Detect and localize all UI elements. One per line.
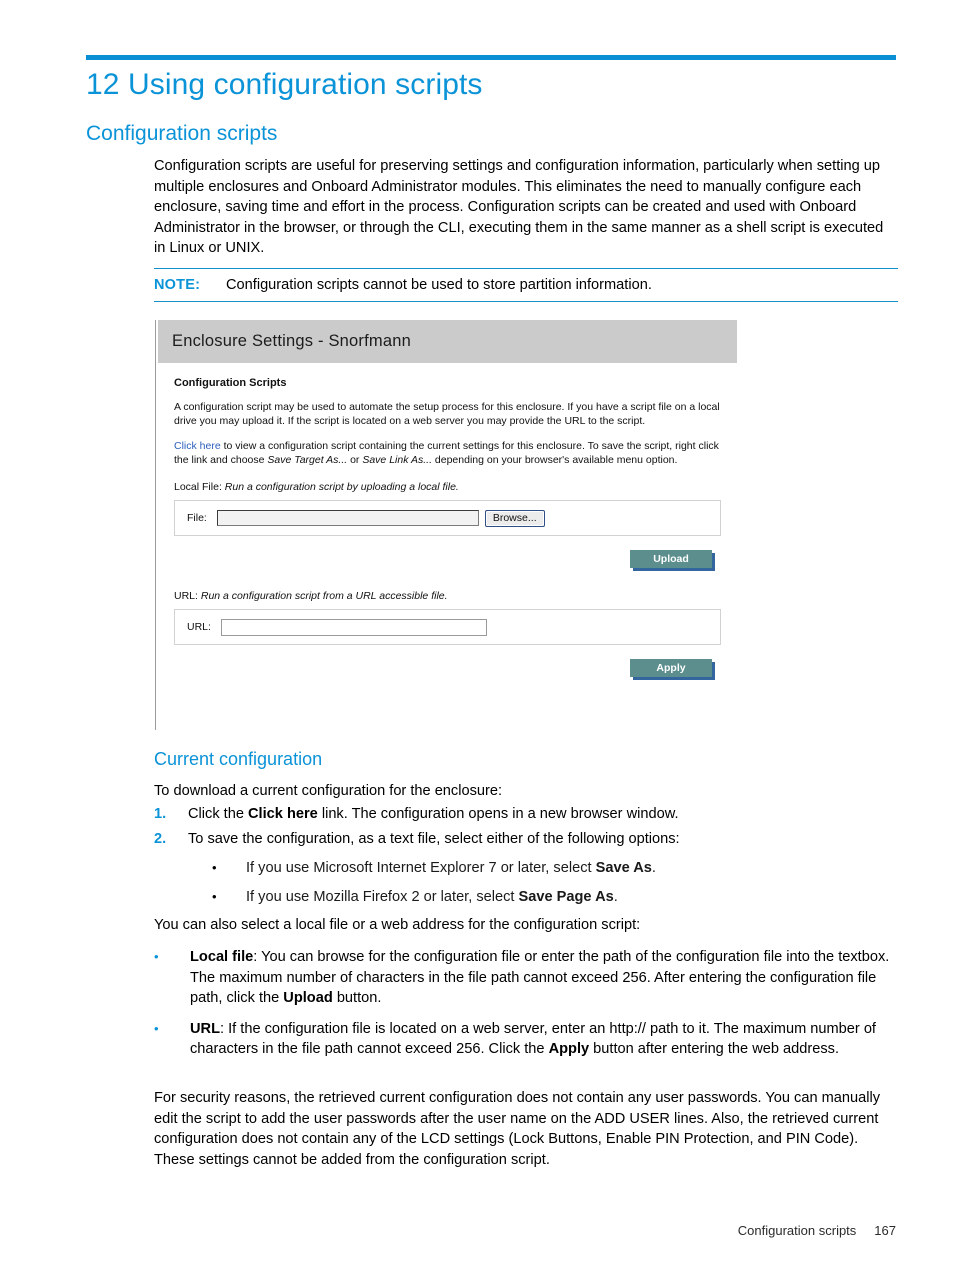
note-block: NOTE: Configuration scripts cannot be us…: [154, 268, 898, 302]
click-here-link[interactable]: Click here: [174, 440, 221, 452]
sub-bullet-text: If you use Mozilla Firefox 2 or later, s…: [246, 887, 618, 908]
oa-panel-header: Enclosure Settings - Snorfmann: [158, 320, 737, 363]
download-lead-paragraph: To download a current configuration for …: [154, 783, 503, 799]
apply-button[interactable]: Apply: [630, 659, 712, 677]
step-text: Click the Click here link. The configura…: [188, 804, 679, 825]
closing-paragraph: For security reasons, the retrieved curr…: [154, 1090, 881, 1168]
file-field-label: File:: [187, 512, 207, 524]
blue-bullet-list: • Local file: You can browse for the con…: [154, 947, 902, 1070]
url-label: URL:: [174, 590, 198, 602]
blue-bullet-part2: button after entering the web address.: [589, 1041, 840, 1058]
step-prefix: To save the configuration, as a text fil…: [188, 830, 680, 847]
list-item: • If you use Microsoft Internet Explorer…: [212, 858, 902, 879]
bullet-dot-icon: •: [212, 888, 217, 904]
oa-panel-body: Configuration Scripts A configuration sc…: [158, 363, 737, 687]
url-field-label: URL:: [187, 621, 211, 633]
footer-page-number: 167: [874, 1223, 896, 1238]
local-file-label: Local File:: [174, 481, 222, 493]
step-prefix: Click the: [188, 806, 249, 822]
oa-save-link-as-text: Save Link As...: [362, 453, 432, 466]
sub-bullet-prefix: If you use Mozilla Firefox 2 or later, s…: [246, 888, 519, 905]
sub-bullet-prefix: If you use Microsoft Internet Explorer 7…: [246, 860, 596, 876]
document-page: 12 Using configuration scripts Configura…: [0, 0, 954, 1271]
oa-description-paragraph: A configuration script may be used to au…: [174, 401, 720, 427]
browse-button[interactable]: Browse...: [484, 509, 545, 527]
upload-button-row: Upload: [174, 550, 721, 568]
chapter-top-rule: [86, 55, 896, 60]
step-number: 1.: [154, 806, 167, 822]
blue-bullet-text: URL: If the configuration file is locate…: [190, 1019, 902, 1060]
url-field-box: URL:: [174, 609, 721, 645]
section-heading: Configuration scripts: [86, 122, 278, 145]
oa-panel-title: Enclosure Settings - Snorfmann: [172, 332, 411, 350]
chapter-title: 12 Using configuration scripts: [86, 68, 483, 101]
subsection-heading: Current configuration: [154, 749, 323, 769]
oa-text-2: or: [347, 453, 363, 466]
list-item: • Local file: You can browse for the con…: [154, 947, 902, 1009]
apply-button-row: Apply: [174, 659, 721, 677]
figure-margin-line: [155, 320, 156, 730]
oa-panel: Enclosure Settings - Snorfmann Configura…: [158, 320, 737, 687]
local-file-description: Run a configuration script by uploading …: [224, 481, 459, 493]
page-footer: Configuration scripts 167: [86, 1223, 896, 1238]
oa-screenshot-figure: Enclosure Settings - Snorfmann Configura…: [155, 320, 737, 730]
blue-bullet-part2: button.: [332, 990, 382, 1007]
sub-bullet-bold: Save As: [595, 860, 652, 876]
note-bottom-rule: [154, 301, 898, 302]
step-text: To save the configuration, as a text fil…: [188, 829, 680, 850]
oa-clickhere-paragraph: Click here to view a configuration scrip…: [174, 440, 721, 467]
footer-section-name: Configuration scripts: [737, 1223, 857, 1238]
upload-button[interactable]: Upload: [630, 550, 712, 568]
blue-bullet-mid-bold: Apply: [548, 1041, 590, 1058]
blue-bullet-text: Local file: You can browse for the confi…: [190, 947, 902, 1009]
note-label: NOTE:: [154, 277, 201, 293]
list-item: • If you use Mozilla Firefox 2 or later,…: [212, 887, 902, 908]
bullet-dot-icon: •: [212, 860, 217, 875]
bullet-dot-icon: •: [154, 949, 159, 964]
note-text: Configuration scripts cannot be used to …: [226, 277, 652, 293]
list-item: • URL: If the configuration file is loca…: [154, 1019, 902, 1060]
oa-section-title: Configuration Scripts: [174, 377, 287, 389]
step-bold: Click here: [248, 806, 318, 822]
sub-bullet-bold: Save Page As: [518, 888, 614, 905]
local-file-field-box: File: Browse...: [174, 500, 721, 536]
numbered-steps-list: 1. Click the Click here link. The config…: [154, 804, 898, 853]
oa-save-target-as-text: Save Target As...: [267, 453, 348, 466]
local-file-heading: Local File: Run a configuration script b…: [174, 481, 721, 493]
url-description: Run a configuration script from a URL ac…: [200, 590, 448, 602]
file-path-input[interactable]: [216, 510, 479, 526]
list-item: 2. To save the configuration, as a text …: [154, 829, 898, 850]
url-input[interactable]: [220, 618, 487, 636]
sub-bullet-suffix: .: [613, 888, 618, 905]
oa-text-3: depending on your browser's available me…: [432, 453, 678, 466]
sub-bullet-text: If you use Microsoft Internet Explorer 7…: [246, 858, 656, 879]
url-heading: URL: Run a configuration script from a U…: [174, 590, 721, 602]
step-suffix: link. The configuration opens in a new b…: [317, 806, 679, 822]
step-number: 2.: [154, 830, 167, 847]
blue-bullet-mid-bold: Upload: [283, 990, 333, 1007]
intro-paragraph: Configuration scripts are useful for pre…: [154, 158, 884, 257]
note-body: NOTE: Configuration scripts cannot be us…: [154, 269, 898, 301]
after-bullets-paragraph: You can also select a local file or a we…: [154, 917, 641, 933]
sub-bullet-suffix: .: [651, 860, 656, 876]
blue-bullet-lead: Local file: [190, 949, 254, 965]
sub-bullet-list: • If you use Microsoft Internet Explorer…: [212, 858, 902, 915]
blue-bullet-lead: URL: [190, 1020, 220, 1037]
list-item: 1. Click the Click here link. The config…: [154, 804, 898, 825]
bullet-dot-icon: •: [154, 1020, 159, 1036]
